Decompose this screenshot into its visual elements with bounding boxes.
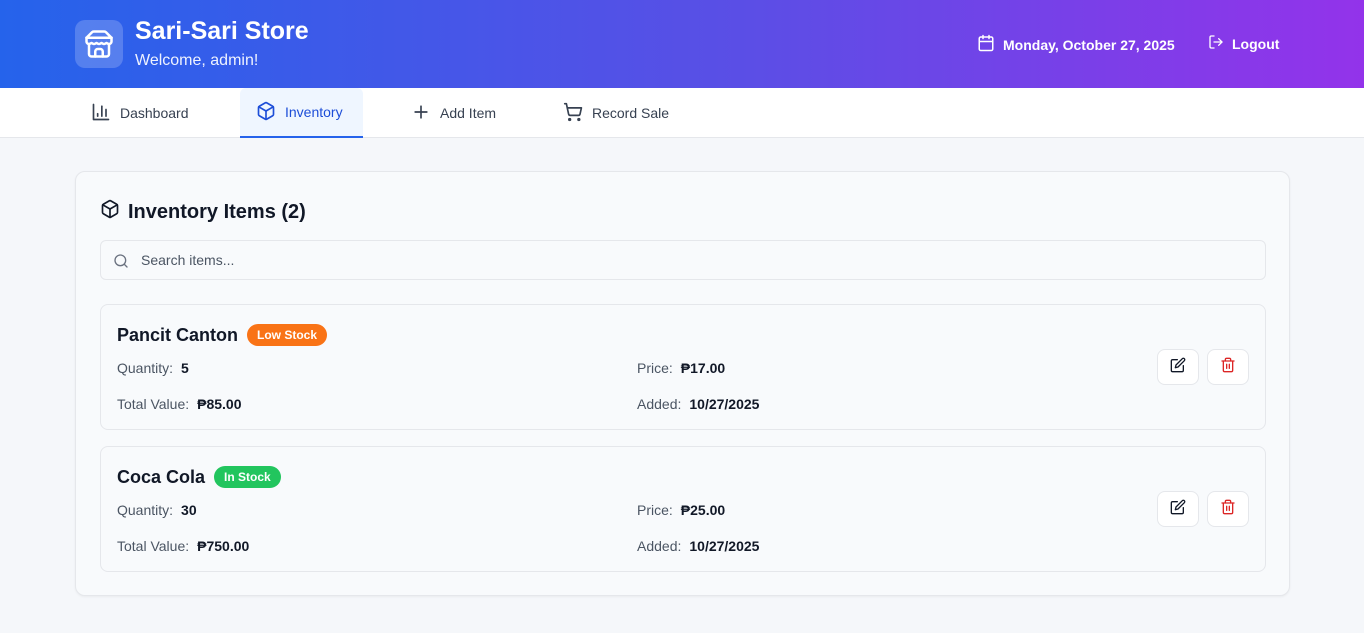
inventory-item: Coca Cola In Stock Quantity: 30 Price: ₱…: [100, 446, 1266, 572]
trash-icon: [1220, 499, 1236, 520]
edit-button[interactable]: [1157, 349, 1199, 385]
tab-label: Dashboard: [120, 105, 189, 121]
bar-chart-icon: [91, 102, 111, 125]
total-value: ₱750.00: [197, 538, 250, 554]
plus-icon: [411, 102, 431, 125]
price-label: Price:: [637, 360, 673, 376]
total-value-label: Total Value:: [117, 538, 190, 554]
quantity-value: 30: [181, 502, 197, 518]
app-header: Sari-Sari Store Welcome, admin! Monday, …: [0, 0, 1364, 88]
welcome-text: Welcome, admin!: [135, 52, 259, 69]
tab-add-item[interactable]: Add Item: [411, 88, 496, 138]
trash-icon: [1220, 357, 1236, 378]
item-name: Pancit Canton: [117, 325, 239, 345]
package-icon: [256, 101, 276, 124]
added-date: 10/27/2025: [689, 538, 760, 554]
tab-inventory[interactable]: Inventory: [240, 88, 363, 138]
inventory-title-text: Inventory Items (2): [128, 200, 306, 223]
search-icon: [113, 253, 129, 274]
total-value: ₱85.00: [197, 396, 242, 412]
added-label: Added:: [637, 538, 682, 554]
price-value: ₱17.00: [680, 360, 726, 376]
tab-label: Record Sale: [592, 105, 670, 121]
total-value-label: Total Value:: [117, 396, 190, 412]
quantity-label: Quantity:: [117, 502, 174, 518]
quantity-row: Quantity: 5: [117, 360, 189, 376]
edit-icon: [1170, 357, 1186, 378]
delete-button[interactable]: [1207, 491, 1249, 527]
tab-record-sale[interactable]: Record Sale: [563, 88, 669, 138]
added-label: Added:: [637, 396, 682, 412]
logout-button[interactable]: Logout: [1208, 34, 1279, 53]
status-badge: Low Stock: [247, 324, 328, 346]
search-box: [100, 240, 1266, 280]
app-title: Sari-Sari Store: [135, 17, 309, 45]
calendar-icon: [977, 34, 995, 55]
tab-label: Inventory: [285, 104, 343, 120]
item-name: Coca Cola: [117, 467, 206, 487]
logout-label: Logout: [1232, 35, 1280, 52]
added-row: Added: 10/27/2025: [637, 396, 759, 412]
tab-label: Add Item: [440, 105, 497, 121]
price-value: ₱25.00: [680, 502, 726, 518]
status-badge: In Stock: [214, 466, 281, 488]
price-label: Price:: [637, 502, 673, 518]
quantity-value: 5: [181, 360, 189, 376]
edit-button[interactable]: [1157, 491, 1199, 527]
total-value-row: Total Value: ₱750.00: [117, 538, 249, 554]
quantity-label: Quantity:: [117, 360, 174, 376]
total-value-row: Total Value: ₱85.00: [117, 396, 242, 412]
current-date: Monday, October 27, 2025: [977, 34, 1175, 55]
nav-tabs: Dashboard Inventory Add Item Record Sale: [0, 88, 1364, 138]
edit-icon: [1170, 499, 1186, 520]
date-text: Monday, October 27, 2025: [1003, 36, 1175, 53]
inventory-title: Inventory Items (2): [100, 199, 306, 225]
cart-icon: [563, 102, 583, 125]
package-icon: [100, 199, 120, 225]
price-row: Price: ₱17.00: [637, 360, 725, 376]
logout-icon: [1208, 34, 1224, 53]
tab-dashboard[interactable]: Dashboard: [91, 88, 189, 138]
added-row: Added: 10/27/2025: [637, 538, 759, 554]
inventory-item: Pancit Canton Low Stock Quantity: 5 Pric…: [100, 304, 1266, 430]
search-input[interactable]: [141, 241, 1251, 279]
price-row: Price: ₱25.00: [637, 502, 725, 518]
quantity-row: Quantity: 30: [117, 502, 197, 518]
added-date: 10/27/2025: [689, 396, 760, 412]
delete-button[interactable]: [1207, 349, 1249, 385]
store-icon: [75, 20, 123, 68]
